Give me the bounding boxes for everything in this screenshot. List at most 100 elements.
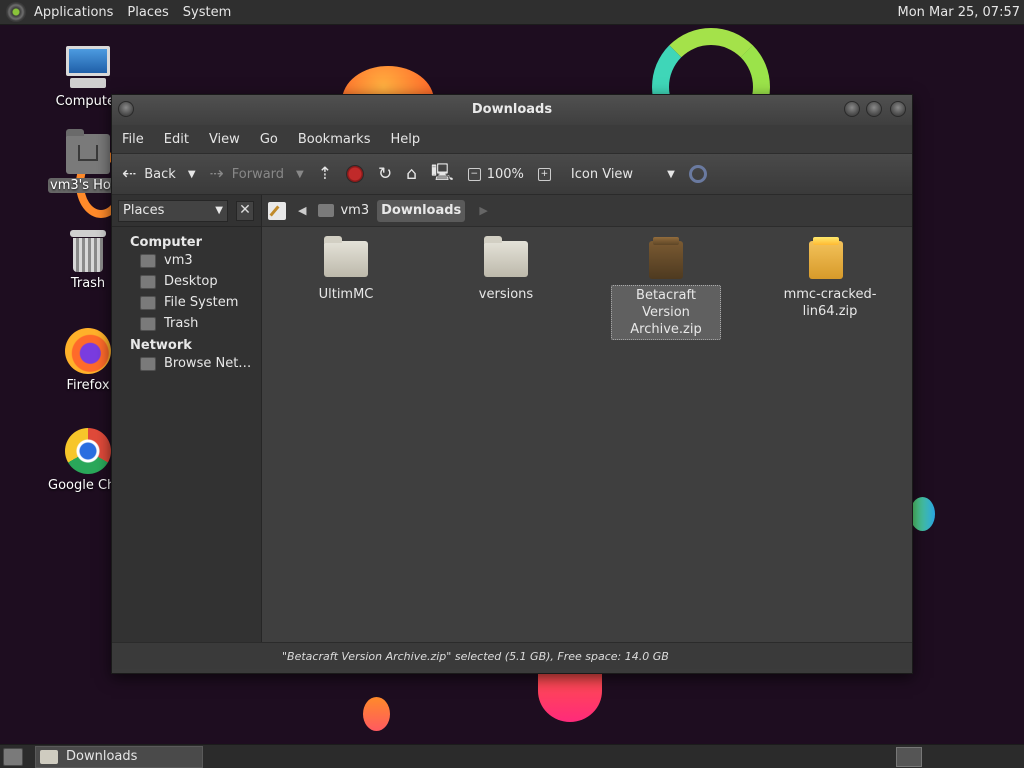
stop-icon xyxy=(346,165,364,183)
reload-icon: ↻ xyxy=(378,164,393,184)
main-pane: ◀ vm3 Downloads ▶ UltimMC versions Betac… xyxy=(262,195,912,642)
sidebar-item-label: Browse Net… xyxy=(164,356,252,371)
applications-menu[interactable]: Applications xyxy=(34,5,113,20)
top-panel: Applications Places System Mon Mar 25, 0… xyxy=(0,0,1024,25)
up-arrow-icon: ⇡ xyxy=(317,164,332,184)
bottom-taskbar: Downloads xyxy=(0,744,1024,768)
file-name: Betacraft Version Archive.zip xyxy=(611,285,721,340)
chevron-right-icon[interactable]: ▶ xyxy=(479,204,487,217)
view-mode-select[interactable]: Icon View ▼ xyxy=(571,167,675,182)
view-mode-label: Icon View xyxy=(570,166,634,182)
path-segment-vm3[interactable]: vm3 xyxy=(314,200,373,222)
home-folder-icon xyxy=(66,129,110,174)
chevron-left-icon[interactable]: ◀ xyxy=(298,204,306,217)
window-body: Places ▼ ✕ Computer vm3 Desktop File Sys… xyxy=(112,195,912,642)
sidebar-section-network: Network xyxy=(130,338,192,353)
chrome-icon xyxy=(65,428,111,474)
trash-icon xyxy=(70,230,106,272)
sidebar-item-desktop[interactable]: Desktop xyxy=(112,271,261,292)
up-button[interactable]: ⇡ xyxy=(318,164,332,184)
taskbar-window-button[interactable]: Downloads xyxy=(35,745,203,768)
chevron-down-icon: ▼ xyxy=(215,205,223,216)
system-menu[interactable]: System xyxy=(183,5,231,20)
computer-button[interactable]: 🖳 xyxy=(431,160,454,189)
file-icon-view[interactable]: UltimMC versions Betacraft Version Archi… xyxy=(262,227,912,642)
window-titlebar[interactable]: Downloads xyxy=(112,95,912,125)
search-button[interactable] xyxy=(688,165,707,183)
sidebar-section-computer: Computer xyxy=(130,235,203,250)
home-icon xyxy=(318,204,335,217)
wallpaper-blob-shape xyxy=(910,497,935,531)
file-item-folder[interactable]: versions xyxy=(446,236,566,304)
firefox-icon xyxy=(65,328,111,374)
window-title: Downloads xyxy=(471,102,553,117)
window-menu-button[interactable] xyxy=(118,101,134,117)
file-name: mmc-cracked-lin64.zip xyxy=(783,287,877,319)
file-manager-window: Downloads File Edit View Go Bookmarks He… xyxy=(111,94,913,674)
menu-help[interactable]: Help xyxy=(390,132,420,147)
zoom-level: 100% xyxy=(486,166,524,182)
file-name: versions xyxy=(478,287,534,302)
sidebar-item-file-system[interactable]: File System xyxy=(112,292,261,313)
places-menu[interactable]: Places xyxy=(127,5,168,20)
menubar: File Edit View Go Bookmarks Help xyxy=(112,125,912,153)
menu-view[interactable]: View xyxy=(209,132,240,147)
sidebar-item-label: Desktop xyxy=(164,274,218,289)
status-text: "Betacraft Version Archive.zip" selected… xyxy=(282,649,669,663)
zoom-in-icon: + xyxy=(537,167,551,181)
clock[interactable]: Mon Mar 25, 07:57 xyxy=(898,5,1020,20)
forward-arrow-icon: ⇢ xyxy=(209,164,224,184)
forward-button[interactable]: ⇢ Forward ▼ xyxy=(210,164,304,184)
chevron-down-icon[interactable]: ▼ xyxy=(296,169,304,180)
minimize-button[interactable] xyxy=(844,101,860,117)
network-icon xyxy=(140,356,156,371)
home-icon xyxy=(140,253,156,268)
file-item-zip[interactable]: Betacraft Version Archive.zip xyxy=(606,241,726,340)
back-label: Back xyxy=(144,166,176,182)
chevron-down-icon: ▼ xyxy=(667,168,675,180)
sidebar-item-trash[interactable]: Trash xyxy=(112,313,261,334)
trash-icon xyxy=(140,316,156,331)
wallpaper-blob-shape xyxy=(363,697,390,731)
close-sidebar-button[interactable]: ✕ xyxy=(236,200,254,221)
home-icon: ⌂ xyxy=(406,164,418,184)
path-segment-label: vm3 xyxy=(340,203,370,218)
file-name: UltimMC xyxy=(318,287,374,302)
chevron-down-icon[interactable]: ▼ xyxy=(188,169,196,180)
back-button[interactable]: ⇠ Back ▼ xyxy=(122,164,196,184)
zoom-out-button[interactable]: − 100% xyxy=(467,166,524,182)
sidebar-item-browse-network[interactable]: Browse Net… xyxy=(112,353,261,374)
menu-bookmarks[interactable]: Bookmarks xyxy=(298,132,371,147)
archive-icon xyxy=(809,241,843,279)
maximize-button[interactable] xyxy=(866,101,882,117)
distro-logo-icon[interactable] xyxy=(6,2,26,22)
folder-icon xyxy=(40,749,58,764)
desktop-icon xyxy=(140,274,156,289)
reload-button[interactable]: ↻ xyxy=(378,164,392,184)
status-bar: "Betacraft Version Archive.zip" selected… xyxy=(112,642,912,669)
menu-file[interactable]: File xyxy=(122,132,144,147)
home-button[interactable]: ⌂ xyxy=(406,164,417,184)
sidebar-type-select[interactable]: Places ▼ xyxy=(118,199,228,222)
show-desktop-icon[interactable] xyxy=(3,747,23,766)
computer-icon: 🖳 xyxy=(431,162,454,183)
stop-button[interactable] xyxy=(346,165,364,183)
sidebar-item-label: File System xyxy=(164,295,239,310)
menu-edit[interactable]: Edit xyxy=(164,132,189,147)
back-arrow-icon: ⇠ xyxy=(122,164,137,184)
sidebar-item-vm3[interactable]: vm3 xyxy=(112,250,261,271)
close-button[interactable] xyxy=(890,101,906,117)
edit-location-icon[interactable] xyxy=(268,201,286,220)
sidebar-item-label: Trash xyxy=(164,316,199,331)
zoom-out-icon: − xyxy=(467,167,481,181)
file-item-zip[interactable]: mmc-cracked-lin64.zip xyxy=(766,241,886,321)
menu-go[interactable]: Go xyxy=(260,132,278,147)
workspace-switcher[interactable] xyxy=(896,746,922,767)
folder-icon xyxy=(484,236,528,277)
sidebar-select-label: Places xyxy=(123,203,165,218)
zoom-in-button[interactable]: + xyxy=(537,167,557,181)
file-item-folder[interactable]: UltimMC xyxy=(286,236,406,304)
path-segment-downloads[interactable]: Downloads xyxy=(377,199,466,222)
pathbar: ◀ vm3 Downloads ▶ xyxy=(262,195,912,227)
drive-icon xyxy=(140,295,156,310)
